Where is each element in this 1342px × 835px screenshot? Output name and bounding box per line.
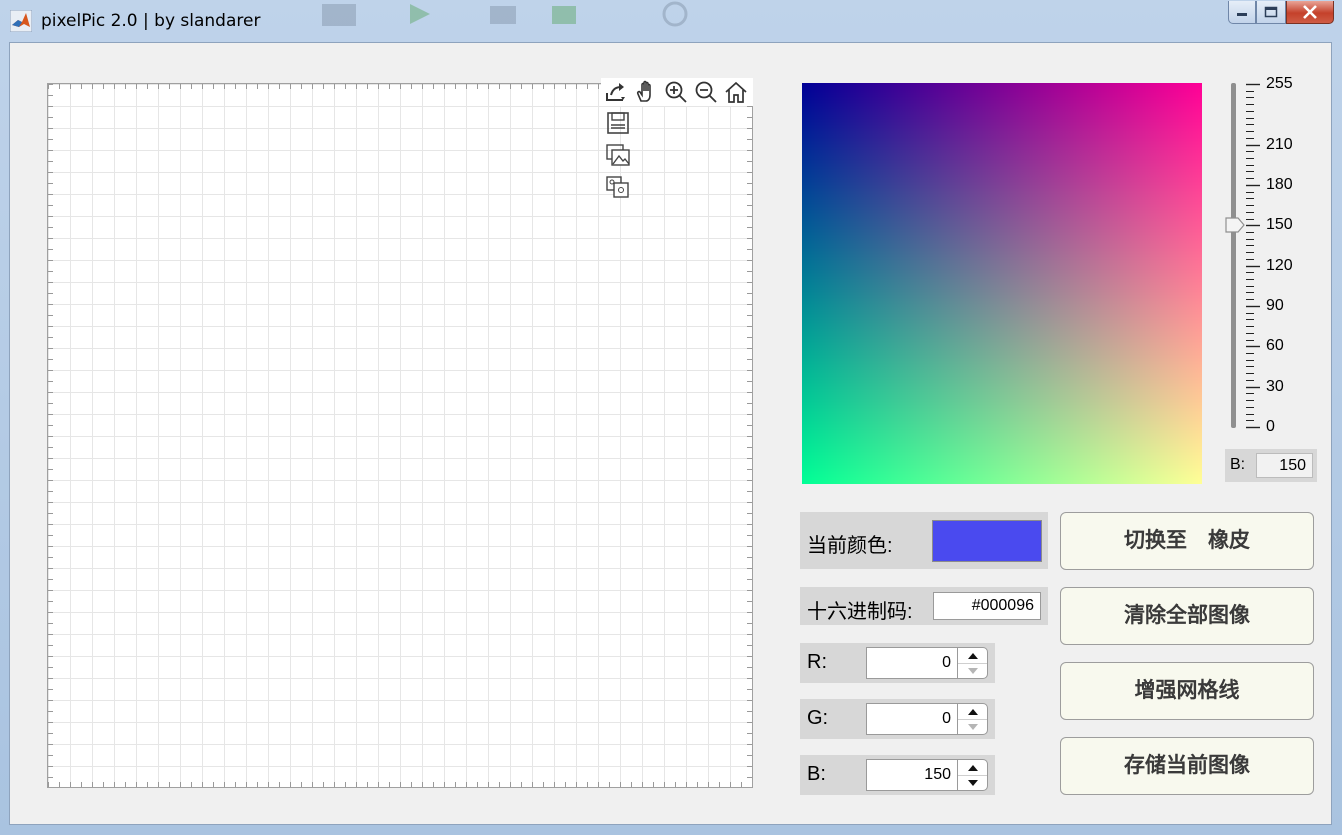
red-spinner bbox=[957, 647, 988, 679]
green-decrement-button[interactable] bbox=[958, 719, 987, 734]
zoom-out-icon[interactable] bbox=[691, 78, 721, 106]
color-gradient-picker[interactable] bbox=[802, 83, 1202, 484]
blue-label: B: bbox=[807, 763, 826, 785]
window-controls bbox=[1228, 1, 1334, 25]
blue-value-label: B: bbox=[1230, 456, 1246, 473]
background-ribbon bbox=[322, 1, 688, 27]
minimize-button[interactable] bbox=[1228, 1, 1256, 24]
enhance-grid-button[interactable]: 增强网格线 bbox=[1060, 662, 1314, 720]
export-icon[interactable] bbox=[601, 78, 631, 106]
slider-thumb[interactable] bbox=[1225, 217, 1245, 233]
blue-value-field[interactable]: 150 bbox=[1256, 453, 1313, 478]
window-title: pixelPic 2.0 | by slandarer bbox=[41, 11, 261, 31]
current-color-panel: 当前颜色: bbox=[800, 512, 1048, 569]
close-icon bbox=[1303, 5, 1317, 19]
caret-up-icon bbox=[967, 708, 978, 715]
red-increment-button[interactable] bbox=[958, 648, 987, 664]
pixel-grid bbox=[48, 84, 752, 787]
home-icon[interactable] bbox=[721, 78, 751, 106]
blue-spinner-panel: B: 150 bbox=[800, 755, 995, 795]
save-icon[interactable] bbox=[603, 107, 633, 139]
red-spinner-panel: R: 0 bbox=[800, 643, 995, 683]
slider-tick-label: 90 bbox=[1266, 296, 1284, 314]
pixel-canvas[interactable] bbox=[47, 83, 753, 788]
current-color-swatch bbox=[932, 520, 1042, 562]
blue-spinner bbox=[957, 759, 988, 791]
axes-toolbar-vertical bbox=[603, 107, 633, 203]
blue-slider[interactable]: 255 210 180 150 120 90 60 30 0 bbox=[1225, 75, 1315, 438]
caret-down-icon bbox=[967, 667, 978, 674]
minimize-icon bbox=[1237, 13, 1247, 16]
copy-image-icon[interactable] bbox=[603, 171, 633, 203]
axes-toolbar bbox=[601, 78, 753, 106]
green-input[interactable]: 0 bbox=[866, 703, 958, 735]
red-label: R: bbox=[807, 651, 827, 673]
green-spinner bbox=[957, 703, 988, 735]
maximize-button[interactable] bbox=[1256, 1, 1286, 24]
red-input[interactable]: 0 bbox=[866, 647, 958, 679]
green-increment-button[interactable] bbox=[958, 704, 987, 720]
current-color-label: 当前颜色: bbox=[807, 535, 893, 557]
caret-up-icon bbox=[967, 652, 978, 659]
clear-all-button[interactable]: 清除全部图像 bbox=[1060, 587, 1314, 645]
blue-increment-button[interactable] bbox=[958, 760, 987, 776]
caret-down-icon bbox=[967, 779, 978, 786]
matlab-logo-icon bbox=[10, 10, 32, 32]
caret-up-icon bbox=[967, 764, 978, 771]
hex-label: 十六进制码: bbox=[807, 601, 913, 623]
blue-decrement-button[interactable] bbox=[958, 775, 987, 790]
slider-tick-label: 30 bbox=[1266, 377, 1284, 395]
slider-tick-label: 150 bbox=[1266, 216, 1293, 234]
image-icon[interactable] bbox=[603, 139, 633, 171]
green-label: G: bbox=[807, 707, 829, 729]
green-spinner-panel: G: 0 bbox=[800, 699, 995, 739]
pan-hand-icon[interactable] bbox=[631, 78, 661, 106]
blue-input[interactable]: 150 bbox=[866, 759, 958, 791]
maximize-icon bbox=[1264, 6, 1278, 18]
slider-tick-label: 0 bbox=[1266, 418, 1275, 435]
slider-tick-label: 255 bbox=[1266, 75, 1293, 92]
blue-value-box: B: 150 bbox=[1225, 449, 1317, 482]
slider-tick-label: 180 bbox=[1266, 175, 1293, 193]
save-image-button[interactable]: 存储当前图像 bbox=[1060, 737, 1314, 795]
hex-panel: 十六进制码: #000096 bbox=[800, 587, 1048, 625]
app-window: pixelPic 2.0 | by slandarer 255 210 180 … bbox=[0, 0, 1342, 835]
slider-tick-label: 120 bbox=[1266, 256, 1293, 274]
hex-input[interactable]: #000096 bbox=[933, 592, 1041, 620]
caret-down-icon bbox=[967, 723, 978, 730]
slider-tick-label: 210 bbox=[1266, 135, 1293, 153]
toggle-eraser-button[interactable]: 切换至 橡皮 bbox=[1060, 512, 1314, 570]
title-bar[interactable]: pixelPic 2.0 | by slandarer bbox=[0, 0, 1342, 42]
zoom-in-icon[interactable] bbox=[661, 78, 691, 106]
close-button[interactable] bbox=[1286, 1, 1334, 24]
red-decrement-button[interactable] bbox=[958, 663, 987, 678]
slider-tick-label: 60 bbox=[1266, 337, 1284, 355]
